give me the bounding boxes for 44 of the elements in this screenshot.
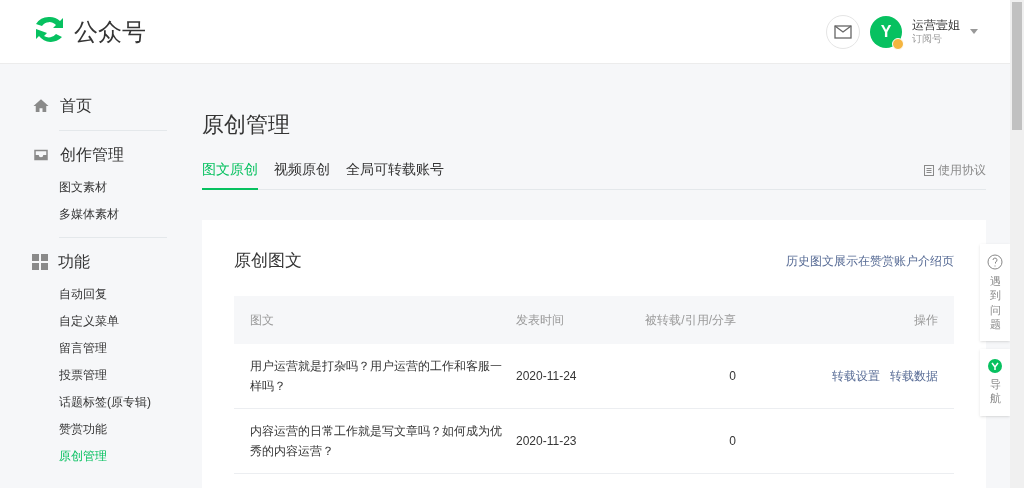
column-header: 图文	[250, 311, 275, 329]
sidebar-item[interactable]: 多媒体素材	[59, 200, 167, 227]
table-cell-text: 用户运营就是打杂吗？用户运营的工作和客服一样吗？	[250, 357, 503, 395]
caret-icon[interactable]	[970, 29, 978, 34]
document-icon	[924, 164, 934, 176]
action-link[interactable]: 转载设置	[832, 366, 880, 385]
table-cell-text: 2020-11-23	[516, 432, 578, 450]
sidebar-item[interactable]: 赞赏功能	[59, 415, 167, 442]
sidebar-item[interactable]: 投票管理	[59, 361, 167, 388]
nav-button[interactable]: 导航	[980, 349, 1010, 416]
table-cell-text: 0	[728, 367, 736, 385]
card-title: 原创图文	[234, 250, 302, 272]
nav-icon	[988, 359, 1002, 374]
tab[interactable]: 全局可转载账号	[346, 159, 444, 190]
sidebar-section-title[interactable]: 功能	[58, 250, 90, 274]
logo-text: 公众号	[74, 16, 146, 47]
account-type: 订阅号	[912, 32, 943, 46]
home-icon	[32, 97, 50, 115]
sidebar-item[interactable]: 自动回复	[59, 280, 167, 307]
sidebar-item[interactable]: 话题标签(原专辑)	[59, 388, 167, 415]
column-header: 操作	[913, 311, 938, 329]
sidebar-item[interactable]: 自定义菜单	[59, 307, 167, 334]
user-name: 运营壹姐	[912, 17, 960, 33]
verified-badge	[892, 37, 904, 50]
column-header: 被转载/引用/分享	[644, 311, 736, 329]
mail-icon	[834, 24, 852, 39]
sidebar-item[interactable]: 图文素材	[59, 173, 167, 200]
table-cell-text: 0	[728, 432, 736, 450]
column-header: 发表时间	[516, 311, 565, 329]
table-cell-text: 2020-11-24	[516, 367, 578, 385]
float-label: 遇到问题	[989, 274, 1001, 332]
question-icon	[987, 254, 1003, 270]
sidebar-item[interactable]: 留言管理	[59, 334, 167, 361]
grid-icon	[32, 254, 48, 270]
mail-button[interactable]	[826, 14, 860, 49]
help-button[interactable]: 遇到问题	[980, 244, 1010, 342]
sidebar-section-title[interactable]: 创作管理	[60, 143, 124, 167]
float-label: 导航	[989, 377, 1001, 406]
page-title: 原创管理	[202, 111, 291, 139]
action-link[interactable]: 转载数据	[890, 366, 938, 385]
sidebar-section-title[interactable]: 首页	[60, 94, 92, 118]
tab[interactable]: 视频原创	[274, 159, 330, 190]
history-link[interactable]: 历史图文展示在赞赏账户介绍页	[786, 251, 954, 270]
table-cell-text: 内容运营的日常工作就是写文章吗？如何成为优秀的内容运营？	[250, 422, 503, 460]
